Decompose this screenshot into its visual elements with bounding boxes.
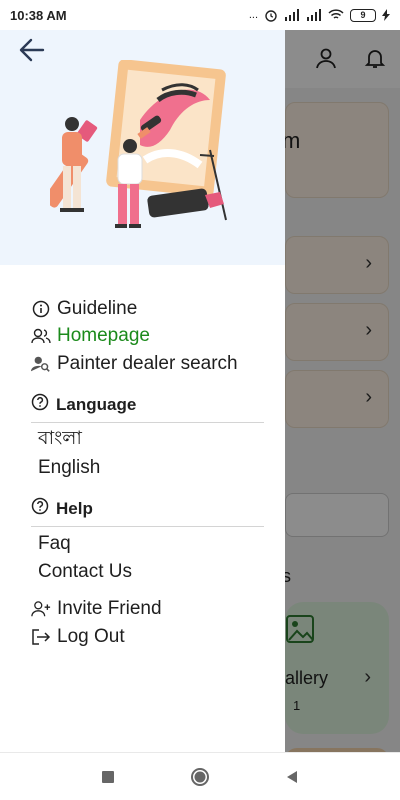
- back-button[interactable]: [18, 36, 46, 64]
- menu-item-label: Log Out: [57, 625, 125, 647]
- signal-icon-2: [307, 9, 321, 21]
- circle-icon: [191, 767, 209, 786]
- square-icon: [102, 770, 114, 783]
- menu-item-homepage[interactable]: Homepage: [0, 323, 285, 351]
- language-option-english[interactable]: English: [0, 454, 285, 482]
- menu-item-label: Guideline: [57, 297, 138, 319]
- wifi-icon: [328, 9, 344, 19]
- user-search-icon: [31, 354, 51, 374]
- menu-item-label: Painter dealer search: [57, 352, 238, 374]
- battery-icon: 9: [350, 8, 376, 22]
- help-circle-icon: [31, 497, 49, 520]
- arrow-left-icon: [19, 38, 45, 62]
- status-bar: 10:38 AM ... 9: [0, 0, 400, 30]
- drawer-header-illustration-area: [0, 30, 285, 265]
- status-time: 10:38 AM: [10, 7, 67, 23]
- menu-item-label: Homepage: [57, 325, 150, 347]
- help-item-contact-us[interactable]: Contact Us: [0, 558, 285, 586]
- divider: [31, 525, 264, 527]
- charging-icon: [382, 9, 390, 21]
- info-icon: [31, 299, 51, 319]
- section-header-label: Language: [56, 394, 137, 414]
- menu-item-painter-dealer-search[interactable]: Painter dealer search: [0, 350, 285, 378]
- menu-item-invite-friend[interactable]: Invite Friend: [0, 596, 285, 624]
- signal-icon: [285, 9, 299, 21]
- section-header-language: Language: [0, 392, 285, 418]
- drawer-menu: Guideline Homepage Painter dealer search…: [0, 295, 285, 651]
- alarm-icon: [265, 10, 277, 22]
- users-icon: [31, 326, 51, 346]
- more-dots-icon: ...: [248, 9, 258, 21]
- home-button[interactable]: [190, 767, 210, 787]
- divider: [31, 421, 264, 423]
- logout-icon: [31, 627, 51, 647]
- section-header-help: Help: [0, 496, 285, 522]
- drawer-scrim[interactable]: [285, 30, 400, 752]
- help-item-faq[interactable]: Faq: [0, 531, 285, 559]
- user-plus-icon: [31, 599, 51, 619]
- painter-illustration: [50, 60, 227, 228]
- status-icons: ... 9: [249, 8, 390, 22]
- help-circle-icon: [31, 393, 49, 416]
- navigation-drawer: Guideline Homepage Painter dealer search…: [0, 30, 285, 752]
- menu-item-label: Invite Friend: [57, 598, 162, 620]
- system-navigation-bar: [0, 752, 400, 800]
- menu-item-log-out[interactable]: Log Out: [0, 623, 285, 651]
- language-option-bangla[interactable]: বাংলা: [0, 427, 285, 455]
- section-header-label: Help: [56, 498, 93, 518]
- back-nav-button[interactable]: [282, 767, 302, 787]
- triangle-back-icon: [287, 770, 297, 783]
- recents-button[interactable]: [98, 767, 118, 787]
- menu-item-guideline[interactable]: Guideline: [0, 295, 285, 323]
